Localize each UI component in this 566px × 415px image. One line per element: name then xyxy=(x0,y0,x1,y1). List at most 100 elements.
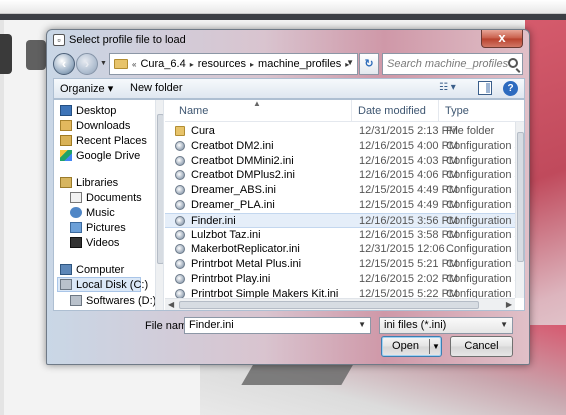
nav-item-recent-places[interactable]: Recent Places xyxy=(60,133,147,148)
file-row[interactable]: Cura 12/31/2015 2:13 PM File folder xyxy=(165,124,515,139)
file-type: Configuration set xyxy=(446,258,524,271)
file-type: Configuration set xyxy=(446,154,524,167)
config-file-icon xyxy=(175,215,185,226)
desktop-icon xyxy=(60,105,72,116)
file-row[interactable]: Dreamer_ABS.ini 12/15/2015 4:49 PM Configu… xyxy=(165,183,524,198)
nav-item-label: Desktop xyxy=(76,104,117,117)
file-name-value: Finder.ini xyxy=(189,319,234,331)
chevron-down-icon[interactable]: ▼ xyxy=(500,320,508,329)
file-date: 12/15/2015 5:21 PM xyxy=(359,258,459,271)
file-name: Creatbot DMMini2.ini xyxy=(191,154,294,167)
nav-item-pictures[interactable]: Pictures xyxy=(70,220,126,235)
folder-icon xyxy=(114,59,128,69)
file-name: Creatbot DM2.ini xyxy=(191,139,274,152)
breadcrumb-overflow[interactable]: « xyxy=(132,60,136,69)
recent-locations-dropdown-icon[interactable]: ▼ xyxy=(100,60,107,67)
breadcrumb-separator[interactable]: ▸ xyxy=(190,60,194,69)
scroll-left-icon[interactable]: ◀ xyxy=(168,299,174,310)
scrollbar-thumb[interactable] xyxy=(517,132,524,262)
file-name: Printrbot Metal Plus.ini xyxy=(191,258,302,271)
nav-item-label: Videos xyxy=(86,236,120,249)
breadcrumb-resources[interactable]: resources xyxy=(198,58,246,70)
file-row[interactable]: Creatbot DM2.ini 12/16/2015 4:00 PM Config… xyxy=(165,139,524,154)
file-row[interactable]: MakerbotReplicator.ini 12/31/2015 12:06 .… xyxy=(165,242,524,257)
close-button[interactable]: x xyxy=(481,30,523,48)
nav-item-label: Recent Places xyxy=(76,134,147,147)
music-icon xyxy=(70,207,82,218)
scroll-right-icon[interactable]: ▶ xyxy=(506,299,512,310)
open-button[interactable]: Open ▼ xyxy=(381,336,442,357)
dialog-titlebar: ▫ Select profile file to load x xyxy=(47,30,529,50)
file-list-vertical-scrollbar[interactable] xyxy=(515,122,524,298)
file-list-horizontal-scrollbar[interactable]: ◀ ▶ xyxy=(165,298,515,310)
config-file-icon xyxy=(175,229,185,240)
column-header-date-modified[interactable]: Date modified xyxy=(351,100,437,122)
address-dropdown-icon[interactable]: ▼ xyxy=(346,58,354,67)
nav-item-desktop[interactable]: Desktop xyxy=(60,103,116,118)
chevron-down-icon[interactable]: ▼ xyxy=(358,320,366,329)
search-input[interactable]: Search machine_profiles xyxy=(382,53,523,75)
nav-item-music[interactable]: Music xyxy=(70,205,115,220)
file-row[interactable]: Printrbot Play.ini 12/16/2015 2:02 PM Conf… xyxy=(165,272,524,287)
change-view-icon[interactable]: ☷ ▾ xyxy=(439,82,461,96)
file-type: Configuration set xyxy=(446,228,524,241)
config-file-icon xyxy=(175,170,185,181)
breadcrumb-machine-profiles[interactable]: machine_profiles xyxy=(258,58,341,70)
help-icon[interactable]: ? xyxy=(503,81,518,96)
preview-pane-icon[interactable] xyxy=(478,81,492,95)
nav-item-documents[interactable]: Documents xyxy=(70,190,142,205)
file-name: Printrbot Play.ini xyxy=(191,272,271,285)
split-divider xyxy=(429,339,430,354)
column-header-name[interactable]: Name xyxy=(173,100,351,122)
new-folder-button[interactable]: New folder xyxy=(130,82,183,94)
nav-item-label: Documents xyxy=(86,191,142,204)
scrollbar-thumb[interactable] xyxy=(157,114,163,264)
file-row[interactable]: Dreamer_PLA.ini 12/15/2015 4:49 PM Configu… xyxy=(165,198,524,213)
google-drive-icon xyxy=(60,150,72,161)
refresh-button[interactable]: ↻ xyxy=(359,53,379,75)
search-placeholder: Search machine_profiles xyxy=(387,58,509,70)
file-date: 12/16/2015 3:56 PM xyxy=(359,214,459,227)
browser-panes: Desktop Downloads Recent Places Google D… xyxy=(53,99,525,311)
forward-button[interactable]: › xyxy=(76,53,98,75)
config-file-icon xyxy=(175,273,185,284)
file-type-filter[interactable]: ini files (*.ini) ▼ xyxy=(379,317,513,334)
load-model-icon[interactable] xyxy=(0,34,12,74)
file-row[interactable]: Creatbot DMMini2.ini 12/16/2015 4:03 PM Co… xyxy=(165,154,524,169)
nav-item-computer[interactable]: Computer xyxy=(60,262,124,277)
computer-icon xyxy=(60,264,72,275)
file-name: MakerbotReplicator.ini xyxy=(191,243,300,256)
file-name: Creatbot DMPlus2.ini xyxy=(191,169,295,182)
nav-item-downloads[interactable]: Downloads xyxy=(60,118,130,133)
file-row[interactable]: Printrbot Metal Plus.ini 12/15/2015 5:21 … xyxy=(165,257,524,272)
column-header-type[interactable]: Type xyxy=(438,100,518,122)
nav-item-libraries[interactable]: Libraries xyxy=(60,175,118,190)
downloads-icon xyxy=(60,120,72,131)
nav-item-label: Google Drive xyxy=(76,149,141,162)
back-button[interactable]: ‹ xyxy=(53,53,75,75)
cancel-button[interactable]: Cancel xyxy=(450,336,513,357)
nav-item-local-disk[interactable]: Local Disk (C:) xyxy=(57,277,148,292)
nav-item-google-drive[interactable]: Google Drive xyxy=(60,148,140,163)
file-type: Configuration set xyxy=(446,272,524,285)
organize-menu[interactable]: Organize ▾ xyxy=(60,82,113,95)
nav-item-videos[interactable]: Videos xyxy=(70,235,119,250)
file-type: Configuration set xyxy=(446,169,524,182)
breadcrumb-cura[interactable]: Cura_6.4 xyxy=(140,58,185,70)
scrollbar-thumb[interactable] xyxy=(179,301,479,309)
address-bar[interactable]: « Cura_6.4 ▸ resources ▸ machine_profile… xyxy=(109,53,358,75)
open-file-dialog: ▫ Select profile file to load x ‹ › ▼ « … xyxy=(46,29,530,365)
breadcrumb-separator[interactable]: ▸ xyxy=(250,60,254,69)
recent-places-icon xyxy=(60,135,72,146)
open-options-dropdown-icon[interactable]: ▼ xyxy=(432,337,440,356)
file-name-field[interactable]: Finder.ini ▼ xyxy=(184,317,371,334)
navigation-scrollbar[interactable] xyxy=(155,100,163,310)
file-row[interactable]: Creatbot DMPlus2.ini 12/16/2015 4:06 PM Co… xyxy=(165,168,524,183)
navigation-pane: Desktop Downloads Recent Places Google D… xyxy=(54,100,164,310)
nav-item-softwares[interactable]: Softwares (D:) xyxy=(70,293,156,308)
print-button-icon[interactable] xyxy=(26,40,46,70)
file-name: Cura xyxy=(191,125,215,137)
local-disk-icon xyxy=(60,279,72,290)
file-row-selected[interactable]: Finder.ini 12/16/2015 3:56 PM Configuratio… xyxy=(165,212,524,228)
file-row[interactable]: Lulzbot Taz.ini 12/16/2015 3:58 PM Configu… xyxy=(165,228,524,243)
